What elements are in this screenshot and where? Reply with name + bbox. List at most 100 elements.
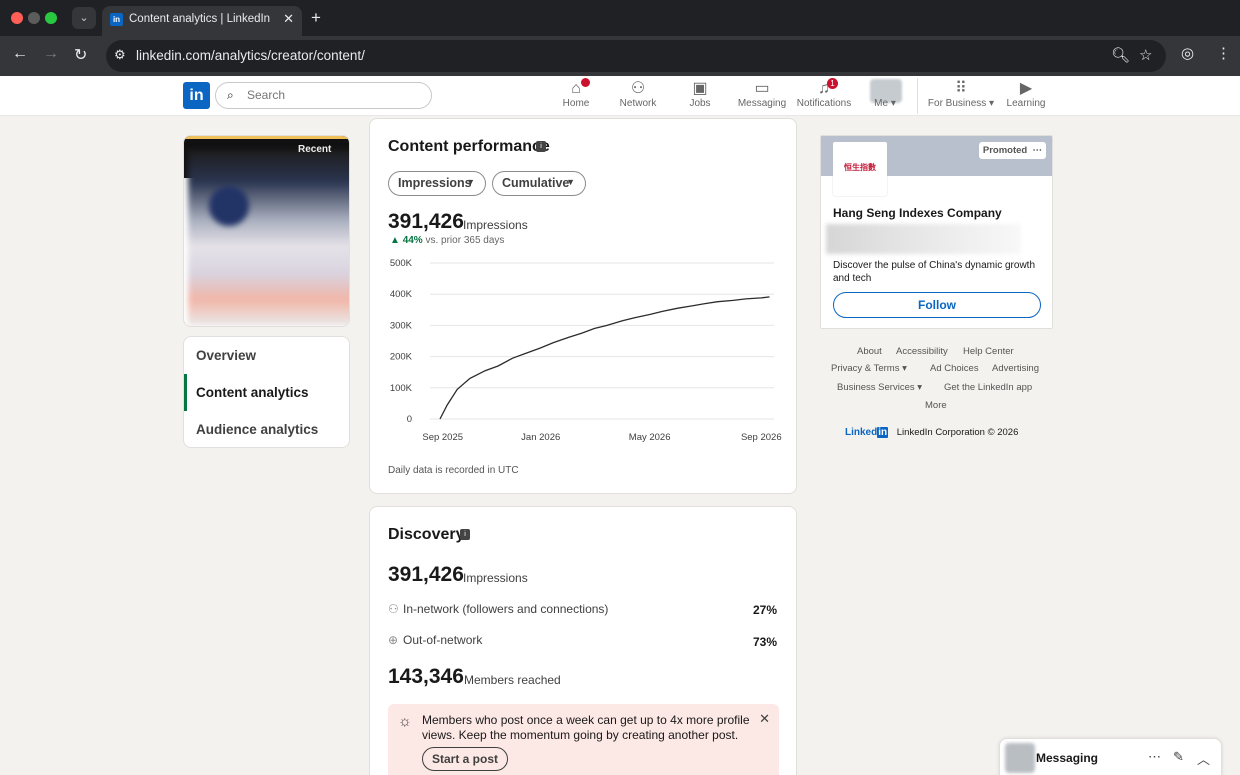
- profile-icon[interactable]: ◎: [1181, 44, 1194, 62]
- more-options-icon[interactable]: ⋯: [1030, 145, 1042, 156]
- tab-close-icon[interactable]: ✕: [283, 11, 294, 27]
- footer-link-about[interactable]: About: [857, 346, 882, 357]
- impressions-total: 391,426: [388, 210, 464, 233]
- linkedin-favicon-icon: in: [110, 13, 123, 26]
- promoted-text: Promoted: [982, 145, 1028, 156]
- nav-network[interactable]: ⚇ Network: [606, 80, 670, 109]
- profile-avatar: [209, 186, 249, 226]
- sidebar-item-content-analytics[interactable]: Content analytics: [184, 374, 349, 411]
- mode-dropdown-label: Cumulative: [502, 176, 570, 190]
- messaging-dock-label: Messaging: [1036, 751, 1099, 765]
- y-tick-label: 100K: [390, 383, 413, 394]
- impressions-chart: 500K 400K 300K 200K 100K 0 Sep 2025 Jan 2026 May…: [390, 258, 782, 443]
- impressions-delta-label: vs. prior 365 days: [425, 235, 505, 246]
- network-icon: ⚇: [388, 602, 399, 616]
- search-icon: ⌕: [227, 88, 234, 102]
- start-post-button[interactable]: Start a post: [422, 747, 509, 771]
- network-icon: ⚇: [630, 80, 646, 97]
- browser-tab[interactable]: in Content analytics | LinkedIn ✕: [102, 6, 302, 36]
- linkedin-wordmark-logo: Linkedin: [845, 427, 889, 438]
- out-network-percent: 73%: [752, 635, 777, 649]
- footer-link-help-center[interactable]: Help Center: [963, 346, 1014, 357]
- footer-link-advertising[interactable]: Advertising: [992, 363, 1039, 374]
- notifications-badge: 1: [827, 78, 838, 89]
- y-tick-label: 300K: [390, 320, 413, 331]
- grid-icon: ⠿: [955, 80, 967, 97]
- linkedin-global-nav: in ⌕ ⌂ Home ⚇ Network ▣ Jobs ▭ Messaging…: [0, 76, 1240, 116]
- out-network-row: ⊕ Out-of-network: [388, 633, 482, 647]
- search-box[interactable]: ⌕: [215, 82, 432, 109]
- more-options-icon[interactable]: ⋯: [1148, 749, 1161, 765]
- chevron-up-icon[interactable]: ︿: [1197, 749, 1210, 768]
- address-bar[interactable]: ⚙ linkedin.com/analytics/creator/content…: [106, 40, 1166, 72]
- members-reached-label: Members reached: [464, 673, 561, 687]
- footer-link-get-app[interactable]: Get the LinkedIn app: [944, 382, 1032, 393]
- linkedin-logo[interactable]: in: [183, 82, 210, 109]
- y-tick-label: 200K: [390, 352, 413, 363]
- footer-link-ad-choices[interactable]: Ad Choices: [930, 363, 979, 374]
- follow-button[interactable]: Follow: [833, 292, 1041, 318]
- nav-label-network: Network: [619, 98, 657, 109]
- window-close-button[interactable]: [11, 12, 23, 24]
- footer-link-privacy-terms[interactable]: Privacy & Terms ▾: [831, 363, 907, 374]
- discovery-impressions-label: Impressions: [463, 571, 528, 585]
- reload-icon[interactable]: ↻: [74, 45, 87, 65]
- back-icon[interactable]: ←: [12, 45, 28, 63]
- messaging-dock[interactable]: Messaging ⋯ ✎ ︿: [999, 738, 1222, 775]
- compose-icon[interactable]: ✎: [1173, 749, 1184, 765]
- x-tick-label: Sep 2026: [741, 432, 782, 443]
- nav-home[interactable]: ⌂ Home: [544, 80, 608, 109]
- bookmark-star-icon[interactable]: ☆: [1139, 46, 1152, 64]
- metric-dropdown[interactable]: Impressions ▼: [388, 171, 486, 196]
- ad-blurred-content: [826, 224, 1021, 254]
- nav-for-business[interactable]: ⠿ For Business ▾: [922, 80, 1000, 109]
- profile-card[interactable]: Recent: [183, 135, 350, 327]
- site-info-icon[interactable]: ⚙: [114, 47, 126, 63]
- sidebar-item-overview[interactable]: Overview: [184, 337, 349, 374]
- caret-down-icon: ▼: [566, 177, 575, 187]
- footer-link-more[interactable]: More: [925, 400, 947, 411]
- footer-link-accessibility[interactable]: Accessibility: [896, 346, 948, 357]
- new-tab-icon[interactable]: +: [311, 8, 321, 28]
- forward-icon[interactable]: →: [43, 45, 59, 63]
- y-tick-label: 500K: [390, 258, 413, 269]
- browser-toolbar: ← → ↻ ⚙ linkedin.com/analytics/creator/c…: [0, 36, 1240, 76]
- in-network-label: In-network (followers and connections): [403, 602, 609, 616]
- metric-dropdown-label: Impressions: [398, 176, 472, 190]
- info-icon[interactable]: i: [536, 141, 546, 152]
- discovery-card: Discovery i 391,426 Impressions ⚇ In-netw…: [369, 506, 797, 775]
- window-minimize-button[interactable]: [28, 12, 40, 24]
- close-icon[interactable]: ✕: [759, 711, 770, 727]
- caret-down-icon: ▾: [917, 382, 923, 393]
- nav-label-me: Me: [874, 98, 889, 109]
- search-input[interactable]: [247, 88, 422, 102]
- nav-jobs[interactable]: ▣ Jobs: [668, 80, 732, 109]
- footer-copyright: LinkedIn Corporation © 2026: [896, 427, 1019, 438]
- company-logo-text: 恒生指數: [844, 163, 876, 172]
- profile-accent-strip: [184, 136, 349, 139]
- content-performance-title: Content performance: [388, 138, 550, 155]
- nav-label-jobs: Jobs: [689, 98, 711, 109]
- ad-description: Discover the pulse of China's dynamic gr…: [833, 260, 1036, 284]
- messaging-avatar: [1005, 743, 1035, 773]
- nav-notifications[interactable]: ♫ Notifications: [792, 80, 856, 109]
- home-icon: ⌂: [571, 80, 581, 97]
- mode-dropdown[interactable]: Cumulative ▼: [492, 171, 586, 196]
- nav-label-for-business: For Business: [927, 98, 987, 109]
- zoom-icon[interactable]: 🔍︎: [1111, 46, 1130, 64]
- footer-link-business-services[interactable]: Business Services ▾: [837, 382, 922, 393]
- content-performance-card: Content performance i Impressions ▼ Cumu…: [369, 118, 797, 494]
- url-text[interactable]: linkedin.com/analytics/creator/content/: [136, 48, 365, 63]
- window-maximize-button[interactable]: [45, 12, 57, 24]
- info-icon[interactable]: i: [460, 529, 470, 540]
- tab-search-button[interactable]: ⌄: [72, 7, 96, 29]
- nav-me[interactable]: Me ▾: [853, 98, 917, 109]
- nav-messaging[interactable]: ▭ Messaging: [730, 80, 794, 109]
- nav-learning[interactable]: ▶ Learning: [994, 80, 1058, 109]
- kebab-menu-icon[interactable]: ⋮: [1216, 44, 1231, 62]
- promoted-ad-card[interactable]: Promoted ⋯ 恒生指數 Hang Seng Indexes Compan…: [820, 135, 1053, 329]
- out-network-label: Out-of-network: [403, 633, 483, 647]
- sidebar-item-audience-analytics[interactable]: Audience analytics: [184, 411, 349, 447]
- ad-company-name[interactable]: Hang Seng Indexes Company: [833, 206, 1002, 220]
- promoted-label: Promoted ⋯: [978, 142, 1046, 159]
